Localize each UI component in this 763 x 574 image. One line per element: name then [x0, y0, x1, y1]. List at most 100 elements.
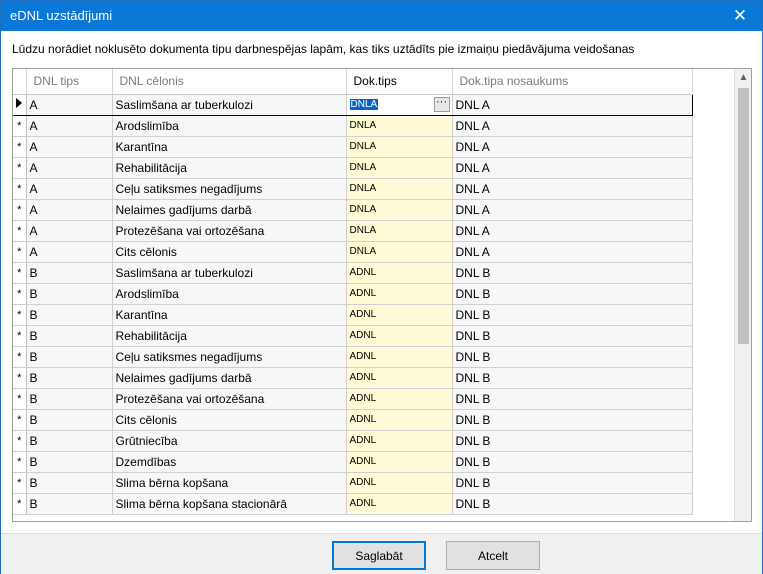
new-row-indicator[interactable]: * [13, 199, 27, 221]
cell-dok-tips[interactable]: ADNL [346, 472, 453, 494]
cell-dnl-celonis[interactable]: Ceļu satiksmes negadījums [112, 346, 347, 368]
cell-dok-tipa-nosaukums[interactable]: DNL B [452, 451, 693, 473]
cell-dok-tipa-nosaukums[interactable]: DNL B [452, 367, 693, 389]
cell-dok-tipa-nosaukums[interactable]: DNL A [452, 115, 693, 137]
new-row-indicator[interactable]: * [13, 304, 27, 326]
table-row[interactable]: * B Rehabilitācija ADNL DNL B [13, 325, 693, 347]
new-row-indicator[interactable]: * [13, 136, 27, 158]
scroll-thumb[interactable] [738, 88, 749, 344]
cell-dnl-celonis[interactable]: Grūtniecība [112, 430, 347, 452]
cell-dnl-tips[interactable]: A [26, 178, 113, 200]
cell-dnl-tips[interactable]: A [26, 199, 113, 221]
cell-dnl-tips[interactable]: B [26, 409, 113, 431]
cell-dok-tips[interactable]: ADNL [346, 262, 453, 284]
column-header-dok-tipa-nosaukums[interactable]: Dok.tipa nosaukums [452, 69, 693, 95]
vertical-scrollbar[interactable]: ▲ [734, 69, 751, 521]
cell-dok-tipa-nosaukums[interactable]: DNL B [452, 430, 693, 452]
cell-dok-tips[interactable]: ADNL [346, 451, 453, 473]
new-row-indicator[interactable]: * [13, 220, 27, 242]
cell-dok-tips[interactable]: ADNL [346, 346, 453, 368]
dok-tips-input[interactable]: DNLA [349, 99, 379, 110]
new-row-indicator[interactable]: * [13, 472, 27, 494]
cell-dok-tipa-nosaukums[interactable]: DNL A [452, 93, 693, 116]
cell-dok-tips[interactable]: DNLA [346, 241, 453, 263]
cell-dok-tipa-nosaukums[interactable]: DNL B [452, 262, 693, 284]
cell-dnl-celonis[interactable]: Protezēšana vai ortozēšana [112, 388, 347, 410]
cell-dnl-celonis[interactable]: Slima bērna kopšana stacionārā [112, 493, 347, 515]
cell-dok-tips[interactable]: DNLA [346, 199, 453, 221]
cell-dok-tipa-nosaukums[interactable]: DNL B [452, 325, 693, 347]
cell-dnl-tips[interactable]: B [26, 388, 113, 410]
column-header-dnl-tips[interactable]: DNL tips [26, 69, 113, 95]
table-row[interactable]: * A Nelaimes gadījums darbā DNLA DNL A [13, 199, 693, 221]
cell-dok-tips[interactable]: DNLA [346, 136, 453, 158]
cell-dok-tipa-nosaukums[interactable]: DNL A [452, 136, 693, 158]
new-row-indicator[interactable]: * [13, 157, 27, 179]
scroll-up-icon[interactable]: ▲ [735, 69, 751, 86]
table-row[interactable]: * B Protezēšana vai ortozēšana ADNL DNL B [13, 388, 693, 410]
table-row[interactable]: * A Ceļu satiksmes negadījums DNLA DNL A [13, 178, 693, 200]
table-row[interactable]: * B Cits cēlonis ADNL DNL B [13, 409, 693, 431]
new-row-indicator[interactable]: * [13, 430, 27, 452]
new-row-indicator[interactable]: * [13, 346, 27, 368]
cell-dnl-celonis[interactable]: Saslimšana ar tuberkulozi [112, 93, 347, 116]
title-bar[interactable]: eDNL uzstādījumi ✕ [1, 1, 762, 31]
cell-dnl-tips[interactable]: A [26, 136, 113, 158]
cell-dnl-tips[interactable]: A [26, 220, 113, 242]
table-row[interactable]: * B Arodslimība ADNL DNL B [13, 283, 693, 305]
table-row[interactable]: A Saslimšana ar tuberkulozi DNLA ··· DNL A [13, 93, 693, 116]
new-row-indicator[interactable]: * [13, 283, 27, 305]
table-row[interactable]: * B Saslimšana ar tuberkulozi ADNL DNL B [13, 262, 693, 284]
cell-dnl-tips[interactable]: B [26, 346, 113, 368]
cell-dnl-celonis[interactable]: Arodslimība [112, 283, 347, 305]
cell-dok-tips[interactable]: DNLA [346, 115, 453, 137]
cell-dok-tipa-nosaukums[interactable]: DNL B [452, 409, 693, 431]
cell-dok-tipa-nosaukums[interactable]: DNL B [452, 304, 693, 326]
cell-dnl-tips[interactable]: B [26, 262, 113, 284]
cell-dnl-tips[interactable]: B [26, 304, 113, 326]
new-row-indicator[interactable]: * [13, 451, 27, 473]
cell-dnl-celonis[interactable]: Rehabilitācija [112, 157, 347, 179]
cell-dnl-tips[interactable]: A [26, 115, 113, 137]
new-row-indicator[interactable]: * [13, 367, 27, 389]
cell-dok-tips[interactable]: DNLA [346, 178, 453, 200]
new-row-indicator[interactable]: * [13, 325, 27, 347]
cell-dnl-tips[interactable]: B [26, 367, 113, 389]
cell-dok-tipa-nosaukums[interactable]: DNL B [452, 346, 693, 368]
close-icon[interactable]: ✕ [718, 1, 762, 31]
cell-dok-tipa-nosaukums[interactable]: DNL A [452, 178, 693, 200]
new-row-indicator[interactable]: * [13, 409, 27, 431]
table-row[interactable]: * A Protezēšana vai ortozēšana DNLA DNL A [13, 220, 693, 242]
cell-dnl-celonis[interactable]: Arodslimība [112, 115, 347, 137]
cell-dok-tips[interactable]: ADNL [346, 409, 453, 431]
cell-dnl-celonis[interactable]: Nelaimes gadījums darbā [112, 367, 347, 389]
cell-dok-tips[interactable]: ADNL [346, 388, 453, 410]
cell-dok-tips[interactable]: ADNL [346, 493, 453, 515]
cell-dnl-celonis[interactable]: Nelaimes gadījums darbā [112, 199, 347, 221]
cell-dnl-tips[interactable]: A [26, 241, 113, 263]
table-row[interactable]: * B Slima bērna kopšana ADNL DNL B [13, 472, 693, 494]
cell-dok-tips[interactable]: ADNL [346, 304, 453, 326]
cell-dnl-celonis[interactable]: Protezēšana vai ortozēšana [112, 220, 347, 242]
ellipsis-icon[interactable]: ··· [433, 96, 450, 112]
table-row[interactable]: * B Nelaimes gadījums darbā ADNL DNL B [13, 367, 693, 389]
cell-dnl-tips[interactable]: B [26, 283, 113, 305]
cell-dok-tipa-nosaukums[interactable]: DNL B [452, 388, 693, 410]
table-row[interactable]: * B Ceļu satiksmes negadījums ADNL DNL B [13, 346, 693, 368]
cell-dnl-tips[interactable]: A [26, 157, 113, 179]
new-row-indicator[interactable]: * [13, 262, 27, 284]
table-row[interactable]: * B Slima bērna kopšana stacionārā ADNL DNL … [13, 493, 693, 515]
new-row-indicator[interactable]: * [13, 178, 27, 200]
cell-dnl-celonis[interactable]: Karantīna [112, 136, 347, 158]
cell-dnl-celonis[interactable]: Karantīna [112, 304, 347, 326]
cell-dok-tips-editor[interactable]: DNLA ··· [346, 93, 453, 116]
table-row[interactable]: * A Rehabilitācija DNLA DNL A [13, 157, 693, 179]
cell-dok-tips[interactable]: DNLA [346, 157, 453, 179]
column-header-dok-tips[interactable]: Dok.tips [346, 69, 453, 95]
cell-dnl-celonis[interactable]: Dzemdības [112, 451, 347, 473]
cell-dok-tips[interactable]: ADNL [346, 325, 453, 347]
cell-dok-tips[interactable]: ADNL [346, 367, 453, 389]
save-button[interactable]: Saglabāt [332, 541, 426, 570]
cell-dnl-tips[interactable]: B [26, 493, 113, 515]
table-row[interactable]: * B Dzemdības ADNL DNL B [13, 451, 693, 473]
